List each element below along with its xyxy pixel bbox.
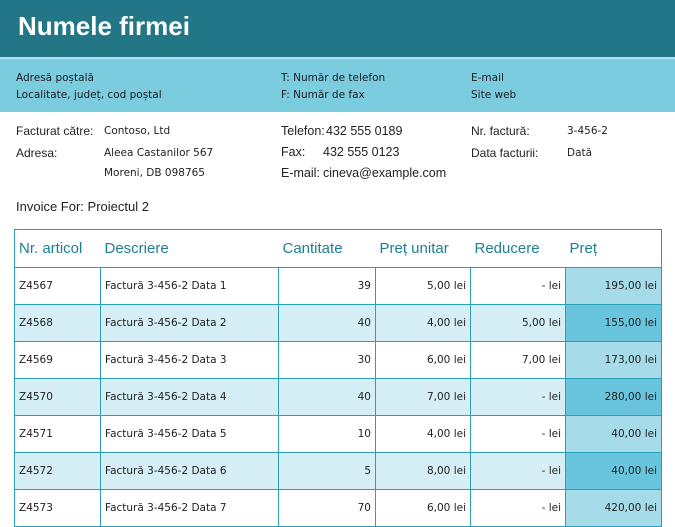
cell-unit-price[interactable]: 8,00 lei [375,452,471,490]
cell-price[interactable]: 155,00 lei [565,304,662,342]
cell-discount[interactable]: 5,00 lei [470,304,566,342]
cell-item-no[interactable]: Z4568 [14,304,101,342]
company-name[interactable]: Numele firmei [18,11,190,42]
cell-item-no[interactable]: Z4571 [14,415,101,453]
cell-quantity[interactable]: 40 [278,378,376,416]
cell-price[interactable]: 40,00 lei [565,415,662,453]
phone-value[interactable]: 432 555 0189 [326,124,402,138]
cell-description[interactable]: Factură 3-456-2 Data 6 [100,452,279,490]
header-quantity: Cantitate [278,229,376,268]
table-row: Z4567 Factură 3-456-2 Data 1 39 5,00 lei… [14,267,662,305]
cell-price[interactable]: 40,00 lei [565,452,662,490]
fax-value[interactable]: 432 555 0123 [323,145,399,159]
contact-phone[interactable]: T: Număr de telefon [281,72,385,84]
cell-item-no[interactable]: Z4570 [14,378,101,416]
header-discount: Reducere [470,229,566,268]
cell-item-no[interactable]: Z4567 [14,267,101,305]
cell-discount[interactable]: - lei [470,415,566,453]
fax-label: Fax: [281,145,306,159]
header-item-no: Nr. articol [14,229,101,268]
cell-description[interactable]: Factură 3-456-2 Data 1 [100,267,279,305]
cell-price[interactable]: 420,00 lei [565,489,662,527]
cell-discount[interactable]: - lei [470,489,566,527]
cell-unit-price[interactable]: 5,00 lei [375,267,471,305]
contact-website[interactable]: Site web [471,89,516,101]
table-row: Z4568 Factură 3-456-2 Data 2 40 4,00 lei… [14,304,662,342]
invoice-table: Nr. articol Descriere Cantitate Preț uni… [14,229,662,527]
cell-unit-price[interactable]: 6,00 lei [375,341,471,379]
cell-quantity[interactable]: 70 [278,489,376,527]
invoice-date-label: Data facturii: [471,146,539,160]
invoice-date-value[interactable]: Dată [567,147,592,159]
cell-item-no[interactable]: Z4573 [14,489,101,527]
contact-city[interactable]: Localitate, județ, cod poștal [16,89,162,101]
cell-description[interactable]: Factură 3-456-2 Data 2 [100,304,279,342]
cell-price[interactable]: 280,00 lei [565,378,662,416]
header-unit-price: Preț unitar [375,229,471,268]
cell-unit-price[interactable]: 7,00 lei [375,378,471,416]
cell-unit-price[interactable]: 4,00 lei [375,415,471,453]
table-row: Z4573 Factură 3-456-2 Data 7 70 6,00 lei… [14,489,662,527]
phone-label: Telefon: [281,124,325,138]
cell-discount[interactable]: - lei [470,378,566,416]
cell-description[interactable]: Factură 3-456-2 Data 7 [100,489,279,527]
table-row: Z4571 Factură 3-456-2 Data 5 10 4,00 lei… [14,415,662,453]
contact-bar: Adresă poștală Localitate, județ, cod po… [0,57,675,112]
contact-address[interactable]: Adresă poștală [16,72,94,84]
cell-description[interactable]: Factură 3-456-2 Data 5 [100,415,279,453]
cell-price[interactable]: 173,00 lei [565,341,662,379]
table-row: Z4572 Factură 3-456-2 Data 6 5 8,00 lei … [14,452,662,490]
header-price: Preț [565,229,662,268]
cell-description[interactable]: Factură 3-456-2 Data 4 [100,378,279,416]
cell-unit-price[interactable]: 6,00 lei [375,489,471,527]
address-line2[interactable]: Moreni, DB 098765 [104,167,205,179]
cell-discount[interactable]: - lei [470,452,566,490]
billed-to-label: Facturat către: [16,124,94,138]
cell-unit-price[interactable]: 4,00 lei [375,304,471,342]
contact-email[interactable]: E-mail [471,72,504,84]
cell-discount[interactable]: 7,00 lei [470,341,566,379]
email-label: E-mail: [281,166,320,180]
table-row: Z4570 Factură 3-456-2 Data 4 40 7,00 lei… [14,378,662,416]
cell-item-no[interactable]: Z4572 [14,452,101,490]
address-label: Adresa: [16,146,58,160]
title-bar: Numele firmei [0,0,675,57]
billed-to-value[interactable]: Contoso, Ltd [104,125,170,137]
cell-quantity[interactable]: 10 [278,415,376,453]
cell-quantity[interactable]: 5 [278,452,376,490]
cell-quantity[interactable]: 30 [278,341,376,379]
invoice-no-value[interactable]: 3-456-2 [567,125,608,137]
cell-discount[interactable]: - lei [470,267,566,305]
invoice-no-label: Nr. factură: [471,124,530,138]
table-header-row: Nr. articol Descriere Cantitate Preț uni… [14,229,662,268]
email-value[interactable]: cineva@example.com [323,166,446,180]
header-description: Descriere [100,229,279,268]
contact-fax[interactable]: F: Număr de fax [281,89,365,101]
cell-item-no[interactable]: Z4569 [14,341,101,379]
table-row: Z4569 Factură 3-456-2 Data 3 30 6,00 lei… [14,341,662,379]
cell-quantity[interactable]: 39 [278,267,376,305]
invoice-for[interactable]: Invoice For: Proiectul 2 [16,199,149,214]
address-line1[interactable]: Aleea Castanilor 567 [104,147,213,159]
cell-description[interactable]: Factură 3-456-2 Data 3 [100,341,279,379]
cell-price[interactable]: 195,00 lei [565,267,662,305]
cell-quantity[interactable]: 40 [278,304,376,342]
